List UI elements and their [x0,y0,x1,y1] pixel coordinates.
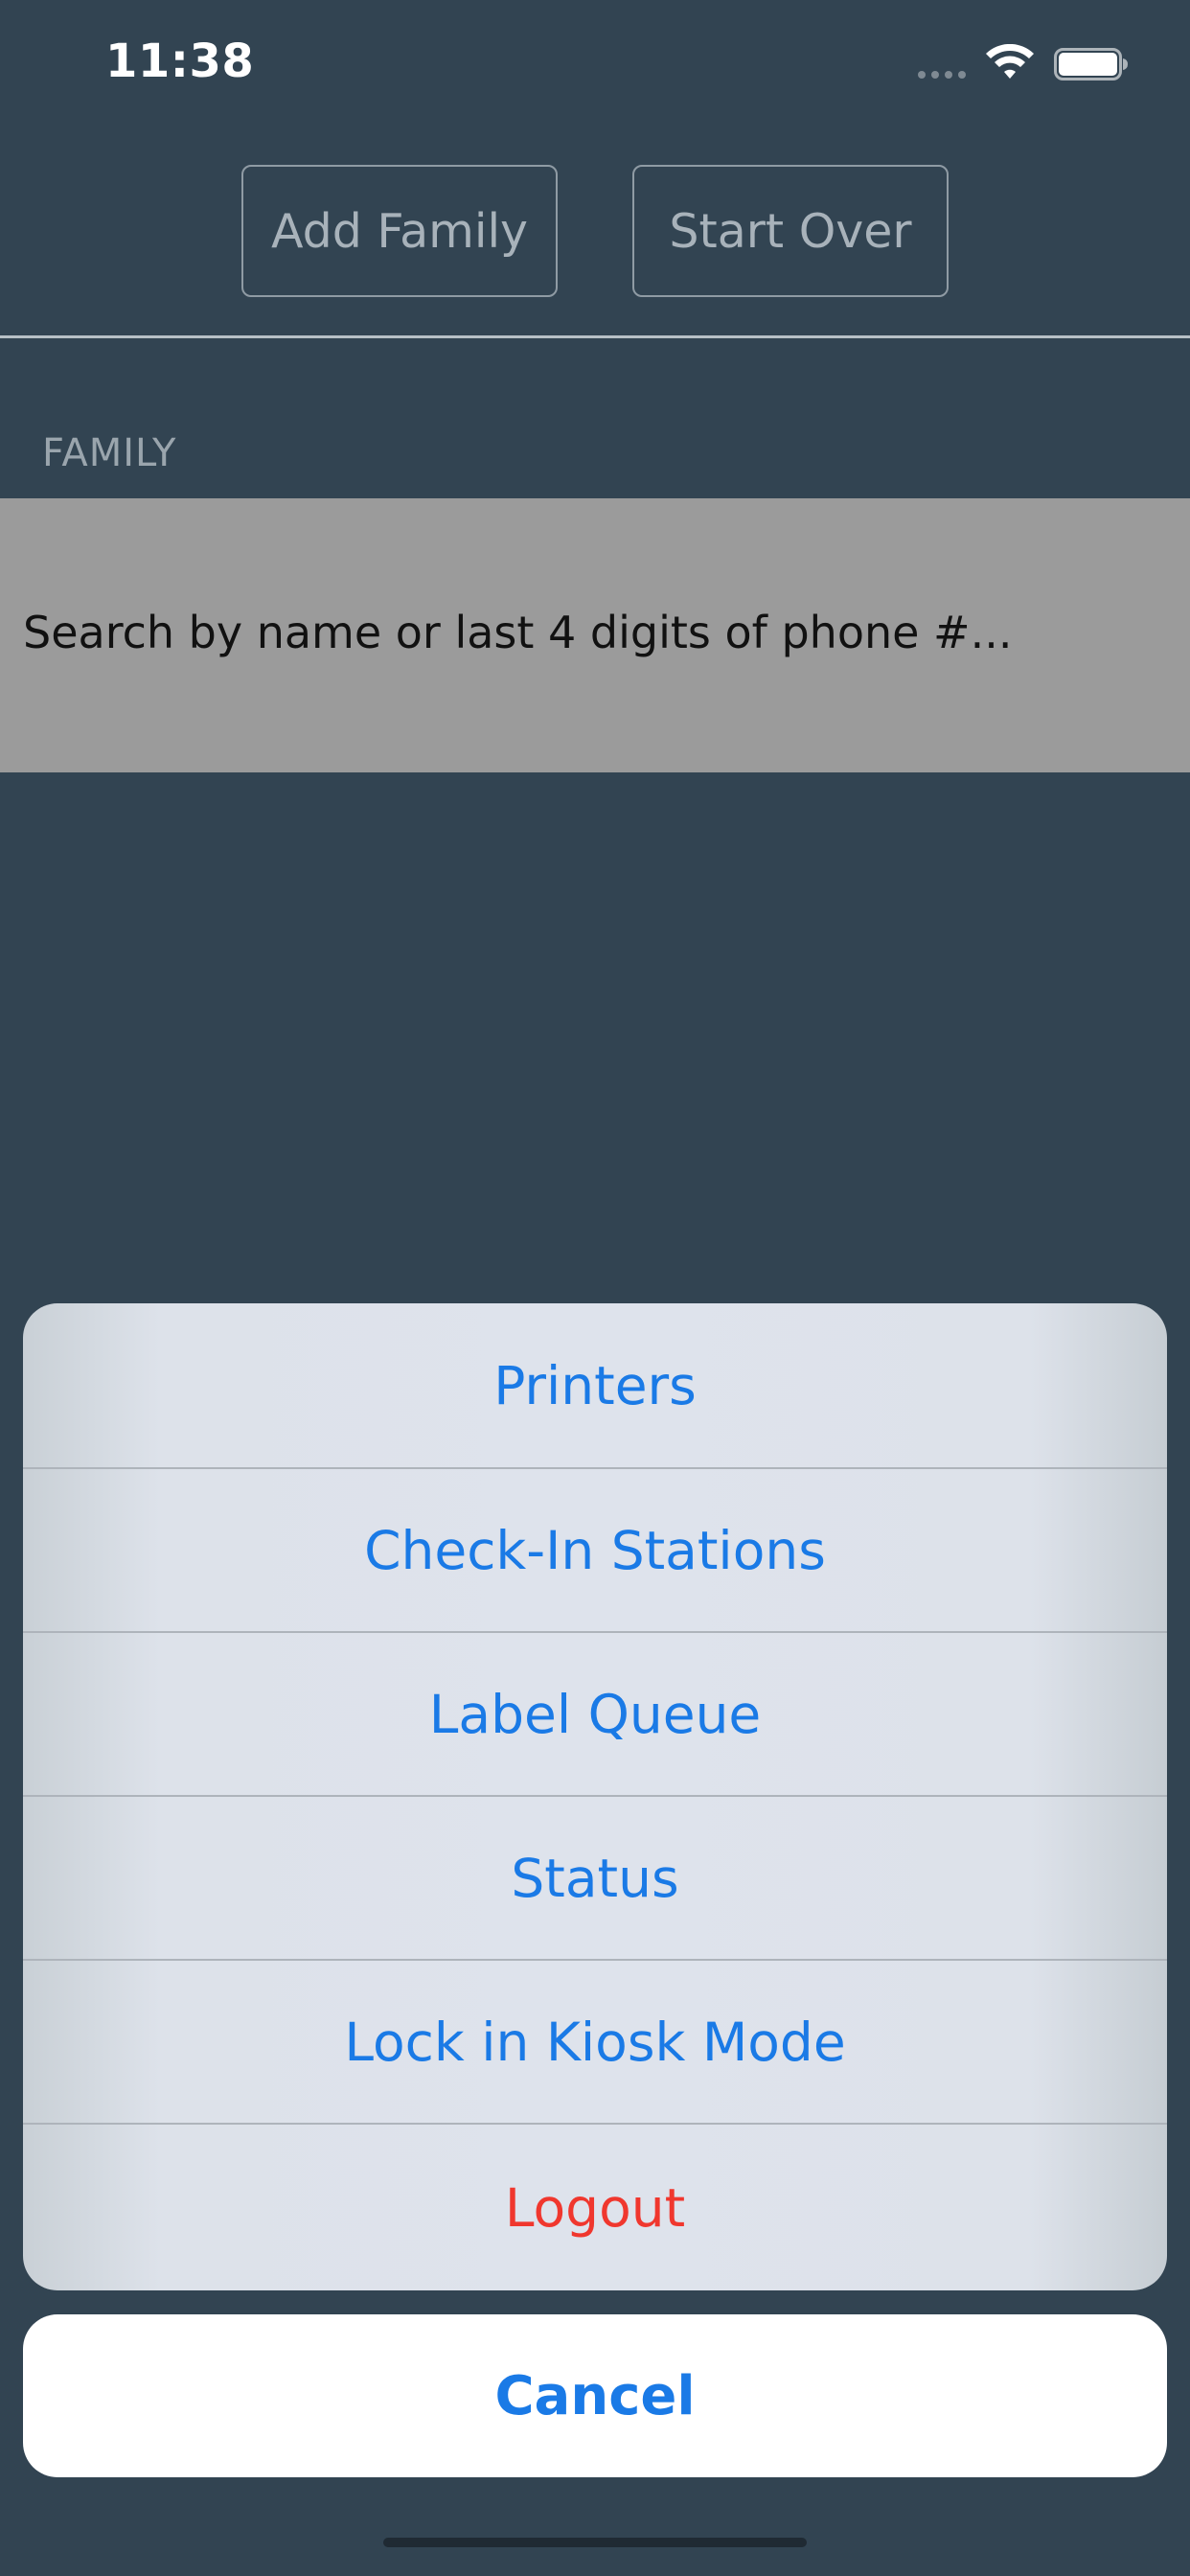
check-in-stations-option[interactable]: Check-In Stations [23,1467,1167,1631]
status-option[interactable]: Status [23,1795,1167,1959]
action-sheet: Printers Check-In Stations Label Queue S… [23,1303,1167,2290]
family-search-row [0,498,1190,772]
printers-option[interactable]: Printers [23,1303,1167,1467]
cancel-button[interactable]: Cancel [23,2314,1167,2477]
battery-icon [1054,48,1128,80]
add-family-button[interactable]: Add Family [241,165,558,297]
logout-option[interactable]: Logout [23,2123,1167,2290]
start-over-button[interactable]: Start Over [632,165,949,297]
label-queue-option[interactable]: Label Queue [23,1631,1167,1795]
lock-kiosk-mode-option[interactable]: Lock in Kiosk Mode [23,1959,1167,2123]
signal-icon [918,71,966,79]
status-time: 11:38 [105,34,255,88]
header-divider [0,335,1190,338]
family-section-label: FAMILY [42,431,177,475]
family-search-input[interactable] [23,594,1154,671]
wifi-icon [986,44,1034,79]
home-indicator[interactable] [383,2538,807,2547]
